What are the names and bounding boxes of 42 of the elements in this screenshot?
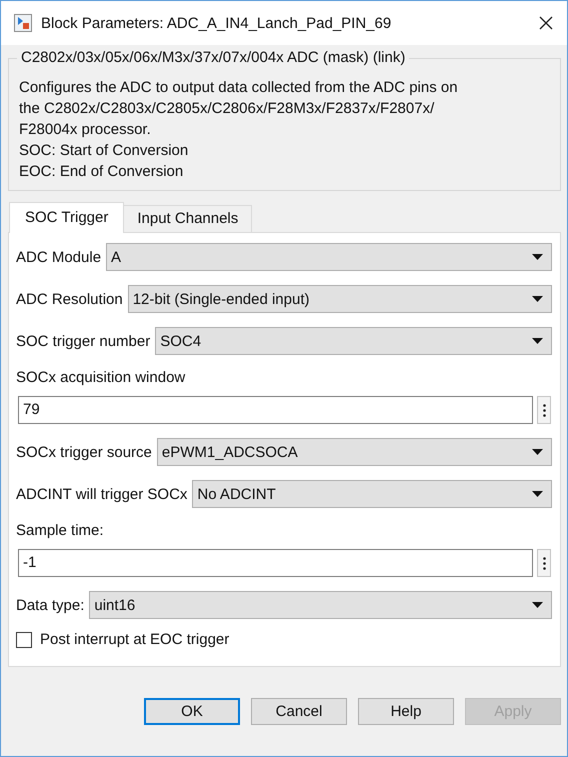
tab[interactable]: Input Channels bbox=[123, 205, 252, 232]
parameter-label: ADCINT will trigger SOCx bbox=[16, 486, 188, 502]
dialog-button[interactable]: Cancel bbox=[251, 698, 347, 725]
dialog-button[interactable]: Help bbox=[358, 698, 454, 725]
block-icon bbox=[14, 14, 32, 32]
dialog-button[interactable]: OK bbox=[144, 698, 240, 725]
dropdown[interactable]: ePWM1_ADCSOCA bbox=[156, 438, 552, 466]
more-options-button[interactable] bbox=[537, 549, 551, 577]
window-title: Block Parameters: ADC_A_IN4_Lanch_Pad_PIN_69 bbox=[41, 14, 392, 32]
parameter-label: ADC Module bbox=[16, 248, 102, 266]
dropdown[interactable]: SOC4 bbox=[155, 327, 552, 355]
caret-icon bbox=[532, 449, 543, 455]
more-options-icon bbox=[542, 404, 546, 416]
more-options-icon bbox=[542, 556, 546, 570]
group-title: C2802x/03x/05x/06x/M3x/37x/07x/004x ADC (mask) (link) bbox=[17, 48, 410, 68]
close-icon[interactable] bbox=[539, 16, 553, 30]
caret-icon bbox=[532, 338, 543, 344]
parameter-label: ADC Resolution bbox=[16, 290, 123, 308]
caret-icon bbox=[532, 254, 543, 260]
input-field[interactable]: 79 bbox=[18, 396, 533, 424]
input-field[interactable]: -1 bbox=[18, 549, 533, 577]
dropdown[interactable]: No ADCINT bbox=[192, 480, 552, 508]
dropdown[interactable]: uint16 bbox=[89, 591, 552, 619]
checkbox-label: Post interrupt at EOC trigger bbox=[40, 631, 230, 648]
parameter-label: Data type: bbox=[16, 596, 84, 614]
caret-icon bbox=[532, 296, 543, 302]
description-text: Configures the ADC to output data collected from the ADC pins on bbox=[19, 78, 459, 98]
description-text: F28004x processor. bbox=[19, 120, 152, 140]
more-options-button[interactable] bbox=[537, 396, 551, 424]
description-text: SOC: Start of Conversion bbox=[19, 141, 190, 161]
parameter-label: SOCx acquisition window bbox=[16, 369, 186, 386]
dropdown[interactable]: A bbox=[106, 243, 552, 271]
parameter-label: SOC trigger number bbox=[16, 332, 150, 350]
tab[interactable]: SOC Trigger bbox=[9, 202, 124, 233]
caret-icon bbox=[532, 602, 543, 608]
parameter-label: Sample time: bbox=[16, 522, 105, 539]
caret-icon bbox=[532, 491, 543, 497]
dropdown[interactable]: 12-bit (Single-ended input) bbox=[128, 285, 552, 313]
parameter-label: SOCx trigger source bbox=[16, 444, 152, 460]
description-text: EOC: End of Conversion bbox=[19, 162, 184, 182]
checkbox[interactable] bbox=[16, 632, 32, 648]
description-text: the C2802x/C2803x/C2805x/C2806x/F28M3x/F2837x/F2807x/ bbox=[19, 99, 436, 119]
